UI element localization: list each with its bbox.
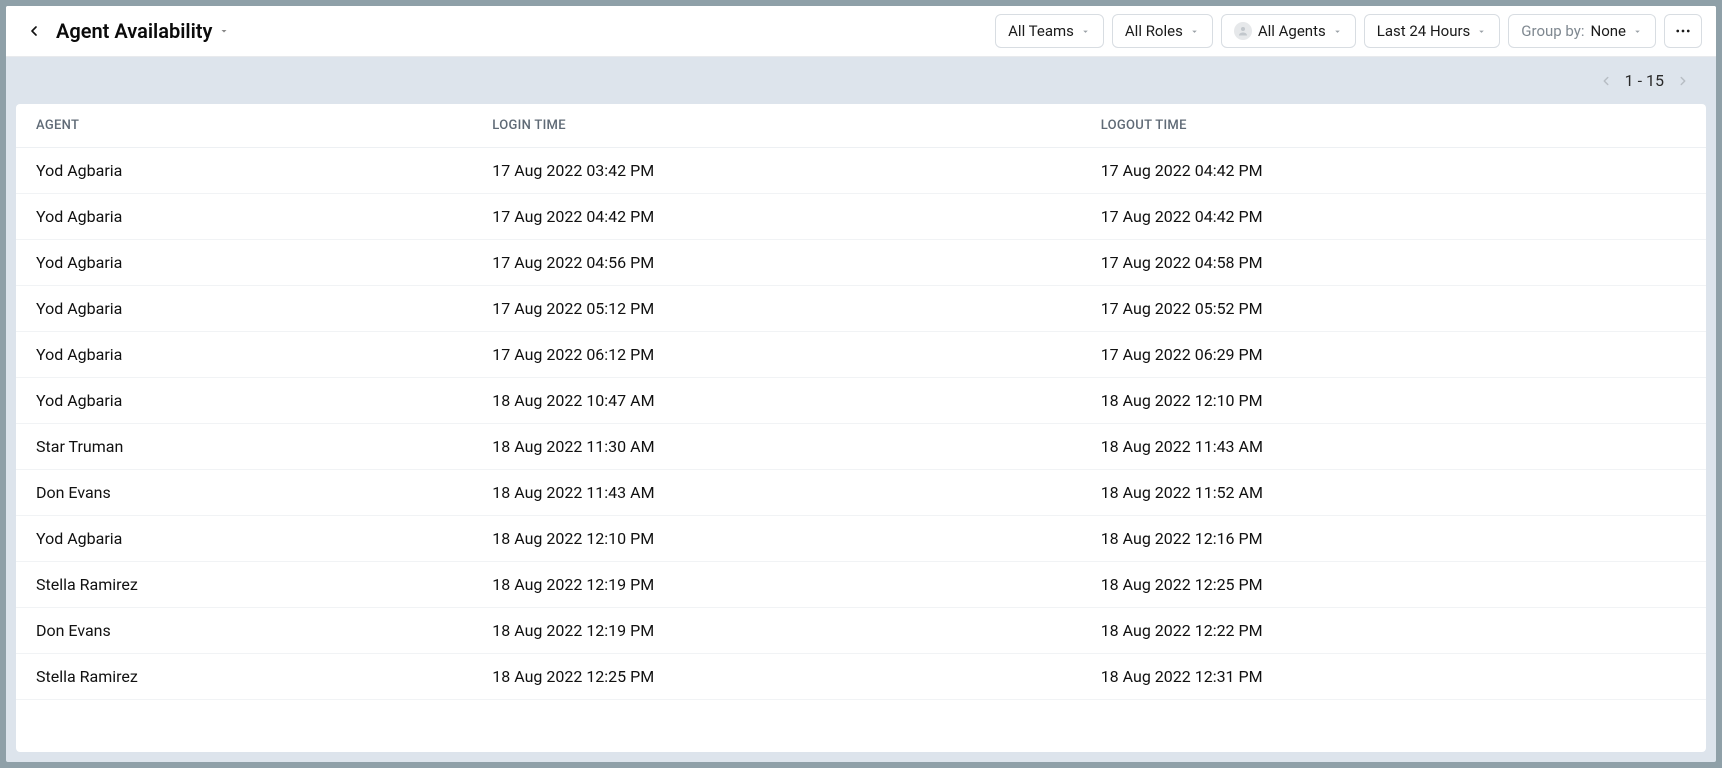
table-row[interactable]: Yod Agbaria17 Aug 2022 05:12 PM17 Aug 20… [16, 286, 1706, 332]
cell-logout: 17 Aug 2022 04:58 PM [1081, 240, 1706, 286]
table-row[interactable]: Yod Agbaria17 Aug 2022 06:12 PM17 Aug 20… [16, 332, 1706, 378]
cell-login: 17 Aug 2022 05:12 PM [472, 286, 1080, 332]
table-row[interactable]: Yod Agbaria18 Aug 2022 12:10 PM18 Aug 20… [16, 516, 1706, 562]
chevron-left-icon [26, 23, 42, 39]
cell-agent: Stella Ramirez [16, 654, 472, 700]
cell-login: 17 Aug 2022 06:12 PM [472, 332, 1080, 378]
caret-down-icon [1632, 26, 1643, 37]
chevron-left-icon [1599, 74, 1613, 88]
table-container: AGENT LOGIN TIME LOGOUT TIME Yod Agbaria… [16, 104, 1706, 752]
filter-timerange-label: Last 24 Hours [1377, 22, 1471, 40]
table-row[interactable]: Yod Agbaria17 Aug 2022 04:56 PM17 Aug 20… [16, 240, 1706, 286]
cell-logout: 18 Aug 2022 12:10 PM [1081, 378, 1706, 424]
filter-groupby[interactable]: Group by: None [1508, 14, 1656, 48]
chevron-right-icon [1676, 74, 1690, 88]
cell-agent: Don Evans [16, 470, 472, 516]
table-row[interactable]: Don Evans18 Aug 2022 12:19 PM18 Aug 2022… [16, 608, 1706, 654]
table-header-row: AGENT LOGIN TIME LOGOUT TIME [16, 104, 1706, 148]
cell-agent: Yod Agbaria [16, 516, 472, 562]
filter-roles-label: All Roles [1125, 22, 1183, 40]
table-row[interactable]: Yod Agbaria18 Aug 2022 10:47 AM18 Aug 20… [16, 378, 1706, 424]
pager-prev[interactable] [1597, 72, 1615, 90]
pagination-bar: 1 - 15 [6, 57, 1716, 104]
cell-login: 18 Aug 2022 12:19 PM [472, 562, 1080, 608]
filter-group: All Teams All Roles All Agents Last 24 H… [995, 14, 1702, 48]
filter-agents-label: All Agents [1258, 22, 1326, 40]
cell-logout: 17 Aug 2022 04:42 PM [1081, 148, 1706, 194]
caret-down-icon [1332, 26, 1343, 37]
filter-teams-label: All Teams [1008, 22, 1074, 40]
more-horizontal-icon [1674, 22, 1692, 40]
avatar-icon [1234, 22, 1252, 40]
cell-agent: Don Evans [16, 608, 472, 654]
table-row[interactable]: Stella Ramirez18 Aug 2022 12:19 PM18 Aug… [16, 562, 1706, 608]
cell-agent: Yod Agbaria [16, 194, 472, 240]
cell-agent: Stella Ramirez [16, 562, 472, 608]
table-row[interactable]: Yod Agbaria17 Aug 2022 04:42 PM17 Aug 20… [16, 194, 1706, 240]
cell-logout: 18 Aug 2022 12:31 PM [1081, 654, 1706, 700]
cell-agent: Yod Agbaria [16, 378, 472, 424]
filter-roles[interactable]: All Roles [1112, 14, 1213, 48]
table-row[interactable]: Yod Agbaria17 Aug 2022 03:42 PM17 Aug 20… [16, 148, 1706, 194]
col-header-logout[interactable]: LOGOUT TIME [1081, 104, 1706, 148]
cell-login: 18 Aug 2022 12:19 PM [472, 608, 1080, 654]
cell-logout: 18 Aug 2022 11:52 AM [1081, 470, 1706, 516]
cell-logout: 18 Aug 2022 11:43 AM [1081, 424, 1706, 470]
cell-agent: Yod Agbaria [16, 240, 472, 286]
page-title-dropdown[interactable]: Agent Availability [56, 19, 230, 43]
filter-teams[interactable]: All Teams [995, 14, 1104, 48]
cell-login: 18 Aug 2022 12:10 PM [472, 516, 1080, 562]
cell-login: 18 Aug 2022 12:25 PM [472, 654, 1080, 700]
filter-agents[interactable]: All Agents [1221, 14, 1356, 48]
cell-logout: 17 Aug 2022 05:52 PM [1081, 286, 1706, 332]
table-row[interactable]: Star Truman18 Aug 2022 11:30 AM18 Aug 20… [16, 424, 1706, 470]
cell-agent: Yod Agbaria [16, 332, 472, 378]
groupby-value: None [1591, 22, 1627, 40]
cell-logout: 17 Aug 2022 04:42 PM [1081, 194, 1706, 240]
cell-agent: Yod Agbaria [16, 286, 472, 332]
cell-login: 17 Aug 2022 04:56 PM [472, 240, 1080, 286]
cell-login: 18 Aug 2022 10:47 AM [472, 378, 1080, 424]
caret-down-icon [1189, 26, 1200, 37]
caret-down-icon [218, 25, 230, 37]
back-button[interactable] [20, 17, 48, 45]
groupby-prefix: Group by: [1521, 22, 1584, 40]
cell-logout: 18 Aug 2022 12:16 PM [1081, 516, 1706, 562]
page-title: Agent Availability [56, 19, 212, 43]
table-row[interactable]: Stella Ramirez18 Aug 2022 12:25 PM18 Aug… [16, 654, 1706, 700]
pager-next[interactable] [1674, 72, 1692, 90]
caret-down-icon [1080, 26, 1091, 37]
filter-timerange[interactable]: Last 24 Hours [1364, 14, 1501, 48]
cell-login: 18 Aug 2022 11:43 AM [472, 470, 1080, 516]
cell-logout: 18 Aug 2022 12:25 PM [1081, 562, 1706, 608]
cell-agent: Star Truman [16, 424, 472, 470]
table-row[interactable]: Don Evans18 Aug 2022 11:43 AM18 Aug 2022… [16, 470, 1706, 516]
cell-login: 18 Aug 2022 11:30 AM [472, 424, 1080, 470]
app-frame: Agent Availability All Teams All Roles A… [6, 6, 1716, 762]
agent-availability-table: AGENT LOGIN TIME LOGOUT TIME Yod Agbaria… [16, 104, 1706, 700]
col-header-agent[interactable]: AGENT [16, 104, 472, 148]
cell-logout: 18 Aug 2022 12:22 PM [1081, 608, 1706, 654]
cell-logout: 17 Aug 2022 06:29 PM [1081, 332, 1706, 378]
cell-login: 17 Aug 2022 04:42 PM [472, 194, 1080, 240]
col-header-login[interactable]: LOGIN TIME [472, 104, 1080, 148]
topbar: Agent Availability All Teams All Roles A… [6, 6, 1716, 57]
caret-down-icon [1476, 26, 1487, 37]
cell-login: 17 Aug 2022 03:42 PM [472, 148, 1080, 194]
pager-range: 1 - 15 [1625, 71, 1664, 90]
more-options-button[interactable] [1664, 14, 1702, 48]
cell-agent: Yod Agbaria [16, 148, 472, 194]
